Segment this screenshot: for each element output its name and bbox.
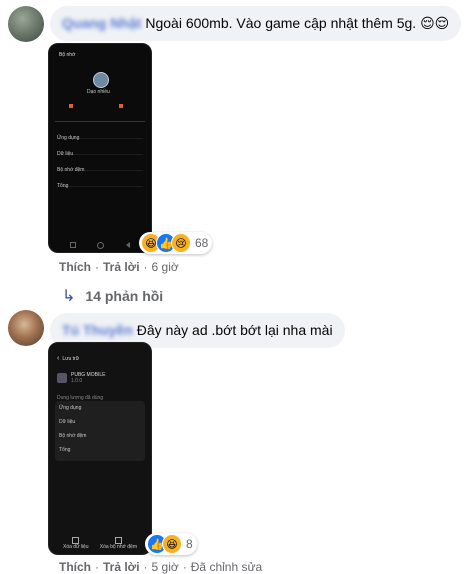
reaction-summary[interactable]: 👍 😆 8	[145, 533, 197, 555]
app-icon	[93, 72, 109, 88]
timestamp[interactable]: 5 giờ	[152, 560, 179, 574]
attached-screenshot[interactable]: Bộ nhớ Dạo nhiều Ứng dụng Dữ liệu Bộ nhớ…	[48, 43, 152, 253]
haha-icon: 😆	[162, 534, 182, 554]
comment-bubble: Quang Nhật Ngoài 600mb. Vào game cập nhật…	[50, 6, 462, 41]
timestamp[interactable]: 6 giờ	[152, 260, 179, 274]
divider	[55, 121, 145, 122]
pubg-app-icon	[57, 373, 67, 383]
clear-data-button: Xóa dữ liệu	[63, 537, 89, 550]
sad-icon: 😢	[171, 233, 191, 253]
screen-title: Lưu trữ	[62, 355, 80, 362]
screenshot-subtitle: Dạo nhiều	[87, 89, 110, 95]
storage-row-label: Bộ nhớ đệm	[59, 433, 87, 439]
comment-text: Ngoài 600mb. Vào game cập nhật thêm 5g.	[145, 15, 417, 31]
like-link[interactable]: Thích	[59, 560, 91, 574]
comment-author[interactable]: Tú Thuyền	[62, 322, 133, 338]
storage-row: Dữ liệu	[57, 142, 143, 157]
comment-author[interactable]: Quang Nhật	[62, 15, 141, 31]
commenter-avatar[interactable]	[8, 6, 44, 42]
action-icon	[119, 104, 123, 108]
phone-nav-bar	[59, 241, 141, 249]
nav-home-icon	[97, 241, 105, 249]
like-link[interactable]: Thích	[59, 260, 91, 274]
reply-link[interactable]: Trả lời	[103, 560, 140, 574]
trash-icon	[114, 537, 122, 544]
storage-row-label: Tổng	[59, 447, 71, 453]
storage-row: Bộ nhớ đệm	[57, 158, 143, 173]
clear-cache-button: Xóa bộ nhớ đệm	[100, 537, 137, 550]
comment-emoji: 😌😌	[420, 15, 450, 31]
storage-card: Ứng dụng Dữ liệu Bộ nhớ đệm Tổng	[55, 401, 145, 461]
edited-label[interactable]: Đã chỉnh sửa	[191, 560, 262, 574]
action-icon	[69, 104, 73, 108]
storage-row: Ứng dụng	[57, 126, 143, 141]
replies-count[interactable]: 14 phản hồi	[85, 288, 163, 304]
storage-row-label: Ứng dụng	[59, 405, 82, 411]
reply-arrow-icon: ↳	[62, 288, 76, 305]
storage-row-label: Dữ liệu	[59, 419, 76, 425]
trash-icon	[72, 537, 80, 544]
screen-header: ‹ Lưu trữ	[57, 355, 79, 362]
screenshot-title: Bộ nhớ	[59, 52, 76, 58]
reply-link[interactable]: Trả lời	[103, 260, 140, 274]
app-version: 1.0.0	[71, 378, 83, 384]
reaction-summary[interactable]: 😆 👍 😢 68	[139, 232, 213, 254]
attached-screenshot[interactable]: ‹ Lưu trữ PUBG MOBILE 1.0.0 Dung lượng đ…	[48, 342, 152, 555]
view-replies[interactable]: ↳ 14 phản hồi	[62, 286, 163, 306]
reaction-count: 8	[186, 537, 193, 551]
storage-row: Tổng	[57, 174, 143, 189]
reaction-count: 68	[195, 236, 209, 250]
nav-recent-icon	[69, 242, 76, 248]
commenter-avatar[interactable]	[8, 310, 44, 346]
back-icon: ‹	[57, 355, 60, 362]
nav-back-icon	[126, 242, 131, 248]
comment-text: Đây này ad .bớt bớt lại nha mài	[136, 322, 333, 338]
comment-actions: Thích · Trả lời · 6 giờ	[59, 260, 179, 274]
comment-actions: Thích · Trả lời · 5 giờ · Đã chỉnh sửa	[59, 560, 263, 574]
